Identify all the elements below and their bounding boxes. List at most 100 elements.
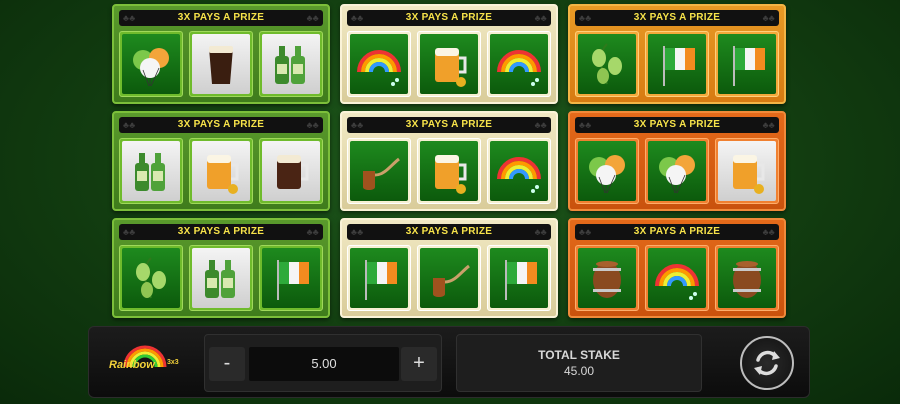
symbol-cell-inner — [420, 141, 478, 201]
logo-text: Rainbow — [109, 359, 155, 371]
symbol-cell-inner — [718, 34, 776, 94]
symbol-cell-inner — [578, 248, 636, 308]
symbol-cell[interactable] — [487, 138, 551, 204]
prize-banner: ♣♣ 3X PAYS A PRIZE ♣♣ — [347, 224, 551, 240]
prize-banner: ♣♣ 3X PAYS A PRIZE ♣♣ — [575, 117, 779, 133]
symbol-cell[interactable] — [347, 245, 411, 311]
clover-icon: ♣♣ — [123, 13, 136, 23]
prize-banner: ♣♣ 3X PAYS A PRIZE ♣♣ — [119, 10, 323, 26]
symbol-cell-inner — [122, 34, 180, 94]
banner-text: 3X PAYS A PRIZE — [405, 12, 493, 23]
symbol-cell[interactable] — [645, 245, 709, 311]
symbol-cell[interactable] — [119, 31, 183, 97]
scratch-card[interactable]: ♣♣ 3X PAYS A PRIZE ♣♣ — [112, 111, 330, 211]
rainbow-icon — [655, 264, 699, 300]
symbol-cell-inner — [490, 141, 548, 201]
symbol-cell[interactable] — [189, 245, 253, 311]
symbol-cell[interactable] — [575, 245, 639, 311]
clover-icon: ♣♣ — [534, 13, 547, 23]
beer-mug-icon — [435, 48, 467, 87]
symbol-cell[interactable] — [189, 138, 253, 204]
scratch-card[interactable]: ♣♣ 3X PAYS A PRIZE ♣♣ — [568, 4, 786, 104]
scratch-card[interactable]: ♣♣ 3X PAYS A PRIZE ♣♣ — [112, 218, 330, 318]
symbol-cell-inner — [192, 34, 250, 94]
scratch-card[interactable]: ♣♣ 3X PAYS A PRIZE ♣♣ — [340, 218, 558, 318]
symbol-cell[interactable] — [347, 31, 411, 97]
clover-icon: ♣♣ — [762, 13, 775, 23]
scratch-card[interactable]: ♣♣ 3X PAYS A PRIZE ♣♣ — [568, 111, 786, 211]
symbol-cell-inner — [122, 141, 180, 201]
clover-icon: ♣♣ — [306, 227, 319, 237]
symbol-cell-inner — [192, 248, 250, 308]
symbol-cell[interactable] — [487, 31, 551, 97]
banner-text: 3X PAYS A PRIZE — [633, 12, 721, 23]
prize-banner: ♣♣ 3X PAYS A PRIZE ♣♣ — [575, 10, 779, 26]
clover-icon: ♣♣ — [534, 120, 547, 130]
symbol-cell-inner — [262, 248, 320, 308]
rainbow-icon — [497, 157, 541, 193]
symbol-cell[interactable] — [645, 31, 709, 97]
symbol-cell-inner — [648, 34, 706, 94]
scratch-card[interactable]: ♣♣ 3X PAYS A PRIZE ♣♣ — [568, 218, 786, 318]
irish-flag-icon — [277, 260, 309, 300]
prize-banner: ♣♣ 3X PAYS A PRIZE ♣♣ — [119, 224, 323, 240]
symbol-cell[interactable] — [575, 31, 639, 97]
balloons-icon — [659, 155, 695, 194]
symbol-cell[interactable] — [259, 138, 323, 204]
stake-minus-button[interactable]: - — [209, 347, 245, 381]
symbol-cell[interactable] — [347, 138, 411, 204]
symbol-cell[interactable] — [259, 245, 323, 311]
symbol-cell[interactable] — [189, 31, 253, 97]
symbol-cell[interactable] — [487, 245, 551, 311]
banner-text: 3X PAYS A PRIZE — [177, 119, 265, 130]
stout-mug-icon — [277, 155, 309, 189]
stout-pint-icon — [209, 46, 233, 84]
beer-bottles-icon — [135, 153, 165, 191]
irish-flag-icon — [663, 46, 695, 86]
stake-selector: - 5.00 + — [204, 334, 442, 392]
symbol-cell[interactable] — [417, 31, 481, 97]
refresh-icon — [754, 350, 780, 376]
banner-text: 3X PAYS A PRIZE — [405, 226, 493, 237]
beer-mug-icon — [733, 155, 765, 194]
stake-plus-button[interactable]: + — [401, 347, 437, 381]
hops-icon — [136, 257, 166, 299]
scratch-card[interactable]: ♣♣ 3X PAYS A PRIZE ♣♣ — [340, 4, 558, 104]
symbol-cell-inner — [122, 248, 180, 308]
clover-icon: ♣♣ — [351, 13, 364, 23]
symbol-cell[interactable] — [575, 138, 639, 204]
symbol-cell[interactable] — [715, 245, 779, 311]
symbol-cell[interactable] — [645, 138, 709, 204]
banner-text: 3X PAYS A PRIZE — [405, 119, 493, 130]
pipe-icon — [363, 157, 400, 190]
barrel-icon — [593, 261, 621, 298]
symbol-cell[interactable] — [119, 245, 183, 311]
barrel-icon — [733, 261, 761, 298]
symbol-cell-inner — [262, 34, 320, 94]
symbol-cell[interactable] — [417, 138, 481, 204]
clover-icon: ♣♣ — [579, 227, 592, 237]
clover-icon: ♣♣ — [306, 120, 319, 130]
scratch-card[interactable]: ♣♣ 3X PAYS A PRIZE ♣♣ — [340, 111, 558, 211]
banner-text: 3X PAYS A PRIZE — [633, 226, 721, 237]
scratch-card[interactable]: ♣♣ 3X PAYS A PRIZE ♣♣ — [112, 4, 330, 104]
symbol-cell[interactable] — [119, 138, 183, 204]
clover-icon: ♣♣ — [351, 120, 364, 130]
symbol-cell-inner — [648, 248, 706, 308]
symbol-cell[interactable] — [417, 245, 481, 311]
rainbow-icon — [497, 50, 541, 86]
beer-mug-icon — [435, 155, 467, 194]
spin-button[interactable] — [740, 336, 794, 390]
symbol-cell-inner — [718, 248, 776, 308]
symbol-cell[interactable] — [259, 31, 323, 97]
hops-icon — [592, 43, 622, 85]
symbol-cell[interactable] — [715, 138, 779, 204]
balloons-icon — [133, 48, 169, 87]
control-panel: Rainbow 3x3 - 5.00 + TOTAL STAKE 45.00 — [88, 326, 810, 398]
symbol-cell-inner — [490, 34, 548, 94]
symbol-cell-inner — [350, 248, 408, 308]
banner-text: 3X PAYS A PRIZE — [633, 119, 721, 130]
symbol-cell-inner — [262, 141, 320, 201]
symbol-cell[interactable] — [715, 31, 779, 97]
clover-icon: ♣♣ — [579, 13, 592, 23]
